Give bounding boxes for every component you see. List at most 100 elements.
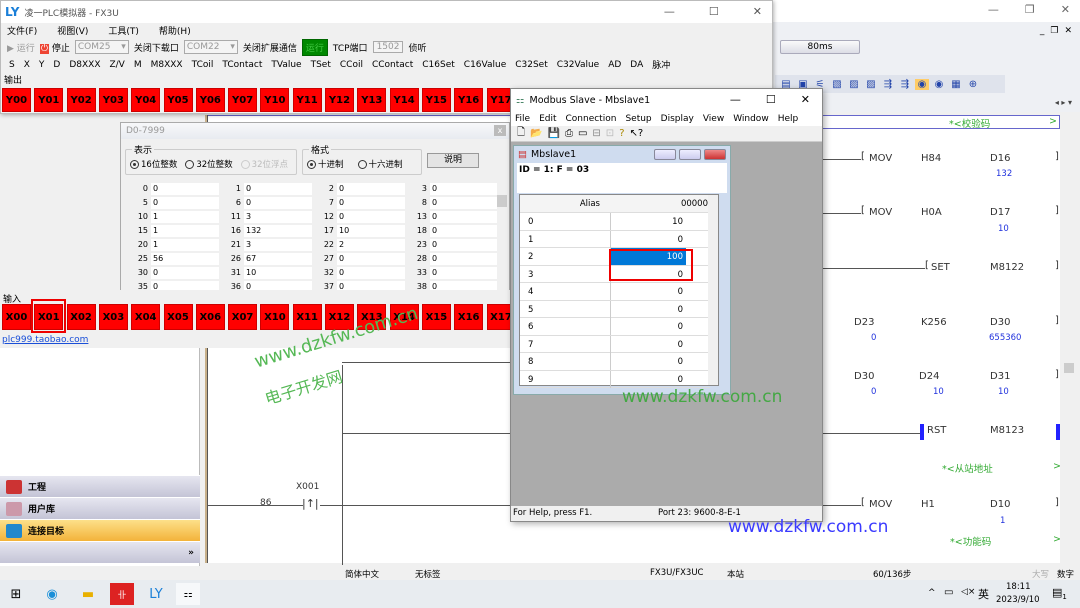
scroll-thumb[interactable] (1064, 363, 1074, 373)
radio-32bit[interactable]: 32位整数 (185, 158, 232, 170)
table-row[interactable]: 50 (520, 301, 710, 319)
register-tab[interactable]: 脉冲 (652, 58, 670, 71)
output-button[interactable]: Y15 (422, 88, 451, 112)
menu-setup[interactable]: Setup (625, 114, 651, 124)
input-button[interactable]: X04 (131, 304, 160, 330)
menu-help[interactable]: Help (778, 114, 799, 124)
output-button[interactable]: Y02 (67, 88, 96, 112)
output-button[interactable]: Y16 (454, 88, 483, 112)
close-download-port-button[interactable]: 关闭下载口 (134, 41, 179, 54)
register-value[interactable]: 2 (337, 239, 405, 251)
stop-button[interactable]: ⏻ 停止 (40, 41, 70, 54)
d-register-cell[interactable]: 70 (315, 197, 405, 209)
input-button[interactable]: X06 (196, 304, 225, 330)
new-icon[interactable]: 🗋 (517, 125, 525, 142)
register-value[interactable]: 0 (151, 197, 219, 209)
d-register-cell[interactable]: 2556 (129, 253, 219, 265)
register-value[interactable]: 10 (337, 225, 405, 237)
register-value[interactable]: 0 (151, 267, 219, 279)
radio-decimal[interactable]: 十进制 (307, 158, 344, 170)
register-tab[interactable]: C16Value (464, 60, 506, 70)
d-register-cell[interactable]: 130 (408, 211, 498, 223)
minimize-button[interactable]: — (988, 3, 999, 16)
nav-connection-target[interactable]: 连接目标 (0, 519, 200, 541)
d-register-cell[interactable]: 120 (315, 211, 405, 223)
scroll-thumb[interactable] (497, 195, 507, 207)
register-tab[interactable]: S (9, 60, 15, 70)
rising-edge-contact-icon[interactable]: |↑| (302, 497, 319, 510)
register-tab[interactable]: TCoil (192, 60, 214, 70)
tool-icon[interactable]: ▦ (949, 79, 963, 90)
close-button[interactable]: ✕ (753, 5, 762, 18)
volume-muted-icon[interactable]: ◁× (961, 587, 975, 597)
radio-16bit[interactable]: 16位整数 (130, 158, 177, 170)
windows-start-icon[interactable]: ⊞ (4, 583, 28, 605)
d-register-cell[interactable]: 50 (129, 197, 219, 209)
open-icon[interactable]: 📂 (530, 128, 542, 139)
close-ext-comm-button[interactable]: 关闭扩展通信 (243, 41, 297, 54)
ime-indicator[interactable]: 英 (978, 586, 989, 602)
minimize-button[interactable]: — (730, 93, 741, 106)
register-value[interactable]: 1 (151, 211, 219, 223)
d-register-cell[interactable]: 201 (129, 239, 219, 251)
register-value[interactable]: 0 (151, 183, 219, 195)
menu-display[interactable]: Display (661, 114, 694, 124)
d-register-cell[interactable]: 3110 (222, 267, 312, 279)
register-value-cell[interactable]: 0 (610, 283, 686, 300)
ext-port-select[interactable]: COM22▾ (184, 40, 238, 54)
explorer-icon[interactable]: ▬ (76, 583, 100, 605)
d-register-cell[interactable]: 280 (408, 253, 498, 265)
menu-help[interactable]: 帮助(H) (159, 24, 191, 37)
d-register-cell[interactable]: 330 (408, 267, 498, 279)
zoom-icon[interactable]: ⊕ (966, 79, 980, 90)
register-value-cell[interactable]: 0 (610, 371, 686, 388)
monitor-icon[interactable]: ◉ (915, 79, 929, 90)
register-value[interactable]: 1 (151, 225, 219, 237)
input-button[interactable]: X15 (422, 304, 451, 330)
tool-icon[interactable]: ▧ (830, 79, 844, 90)
input-button[interactable]: X05 (164, 304, 193, 330)
dialog-scrollbar[interactable] (497, 183, 509, 291)
menu-tools[interactable]: 工具(T) (108, 24, 139, 37)
clock-date[interactable]: 2023/9/10 (996, 595, 1040, 605)
output-button[interactable]: Y00 (2, 88, 31, 112)
nav-more[interactable]: » (0, 541, 200, 563)
menu-window[interactable]: Window (733, 114, 769, 124)
input-button[interactable]: X03 (99, 304, 128, 330)
table-row[interactable]: 60 (520, 318, 710, 336)
listen-button[interactable]: 侦听 (408, 41, 426, 54)
tool-icon[interactable]: ⇶ (898, 79, 912, 90)
ly-app-icon[interactable]: LY (144, 583, 168, 605)
output-button[interactable]: Y05 (164, 88, 193, 112)
register-value[interactable]: 0 (337, 197, 405, 209)
d-register-cell[interactable]: 10 (222, 183, 312, 195)
d-register-cell[interactable]: 1710 (315, 225, 405, 237)
register-value[interactable]: 3 (244, 211, 312, 223)
maximize-button[interactable]: ☐ (709, 5, 719, 18)
menu-view[interactable]: 视图(V) (57, 24, 88, 37)
register-tab[interactable]: C32Set (515, 60, 548, 70)
d-register-cell[interactable]: 20 (315, 183, 405, 195)
d-register-cell[interactable]: 230 (408, 239, 498, 251)
d-register-cell[interactable]: 2667 (222, 253, 312, 265)
input-button[interactable]: X07 (228, 304, 257, 330)
notification-icon[interactable]: ▤1 (1052, 586, 1067, 601)
d-register-cell[interactable]: 60 (222, 197, 312, 209)
table-row[interactable]: 010 (520, 213, 710, 231)
register-value[interactable]: 0 (430, 253, 498, 265)
connect-icon[interactable]: ⊟ (592, 128, 600, 139)
register-value[interactable]: 0 (430, 225, 498, 237)
register-tab[interactable]: M (134, 60, 142, 70)
table-row[interactable]: 90 (520, 371, 710, 389)
restore-button[interactable]: ❐ (1025, 3, 1035, 16)
taobao-link[interactable]: plc999.taobao.com (2, 335, 88, 345)
register-value[interactable]: 10 (244, 267, 312, 279)
modbus-app-icon[interactable]: ⚏ (176, 583, 200, 605)
register-value[interactable]: 0 (430, 211, 498, 223)
close-button[interactable]: ✕ (801, 93, 810, 106)
table-scrollbar[interactable] (708, 195, 718, 385)
tool-icon[interactable]: ▨ (864, 79, 878, 90)
d-register-cell[interactable]: 101 (129, 211, 219, 223)
output-button[interactable]: Y03 (99, 88, 128, 112)
register-tab[interactable]: TValue (271, 60, 301, 70)
